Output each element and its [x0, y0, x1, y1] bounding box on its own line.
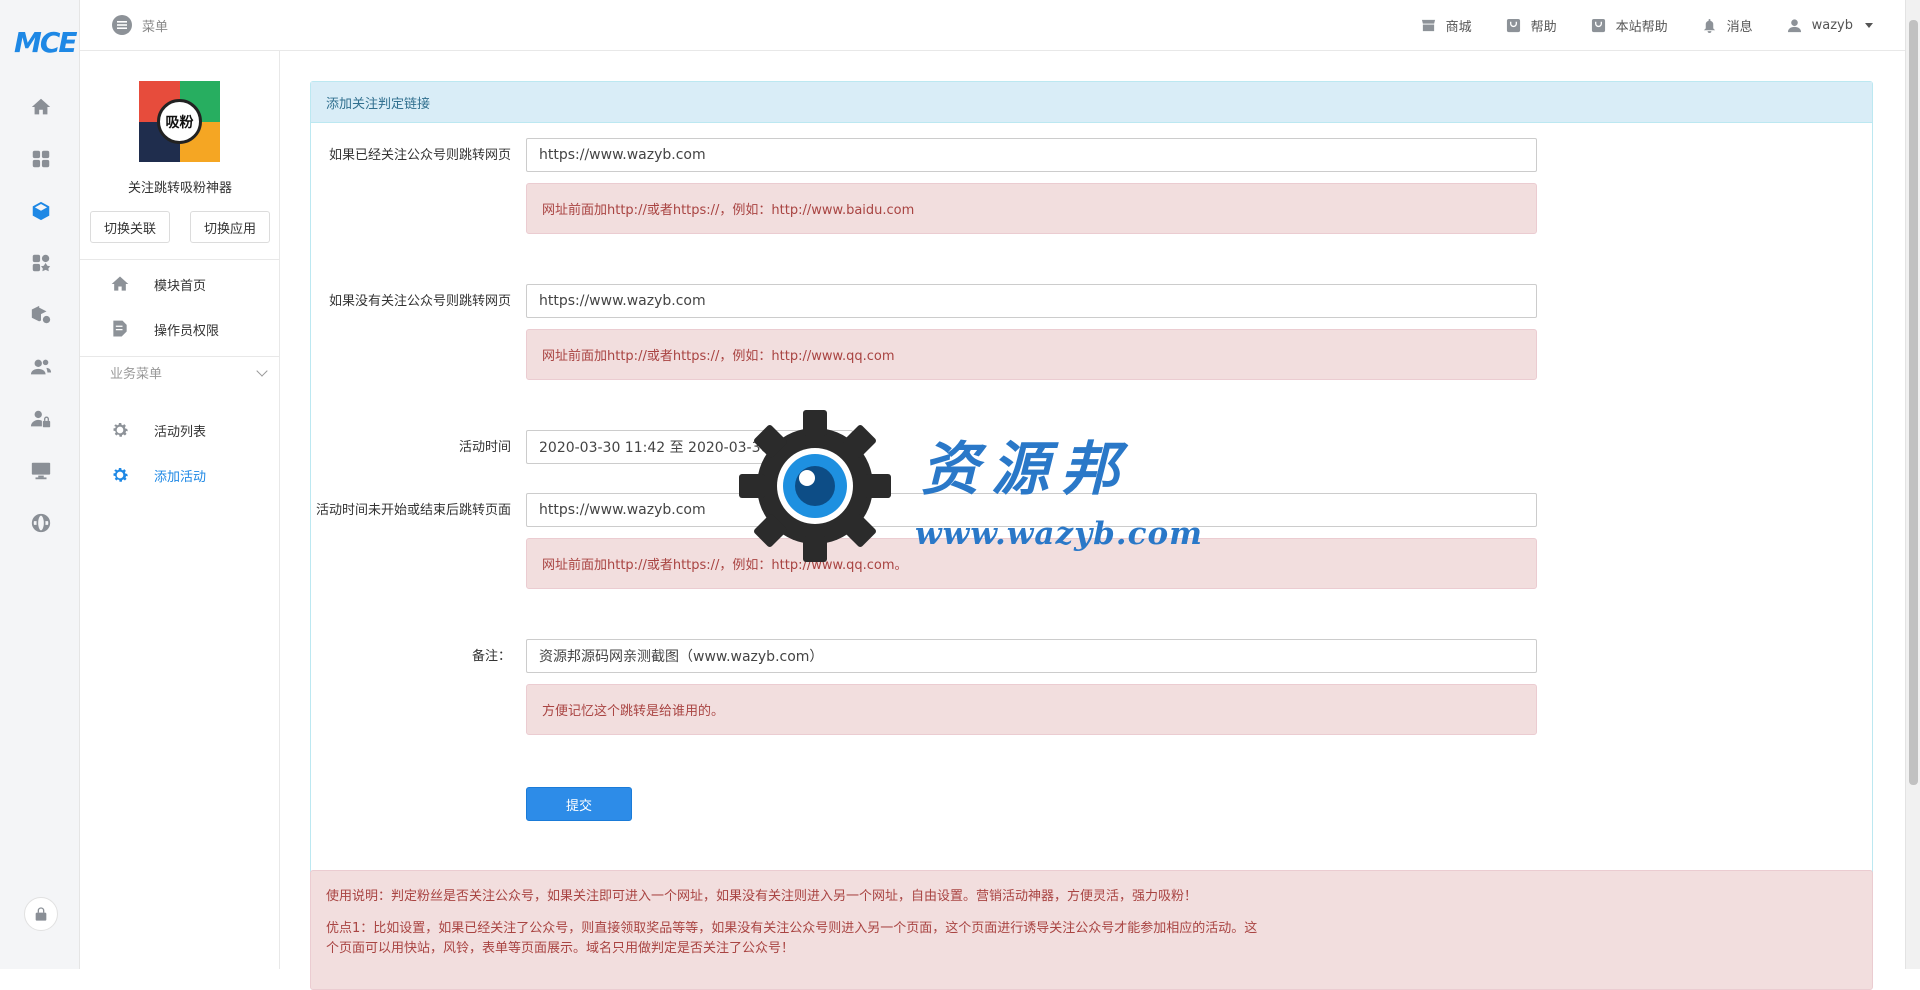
remark-input[interactable]: 资源邦源码网亲测截图（www.wazyb.com）: [526, 639, 1537, 673]
scrollbar-thumb[interactable]: [1909, 20, 1918, 785]
submit-button[interactable]: 提交: [526, 787, 632, 821]
messages-link[interactable]: 消息: [1702, 16, 1753, 35]
dashboard-icon[interactable]: [28, 146, 54, 172]
brand-logo[interactable]: MCE: [14, 26, 78, 59]
gear-icon: [113, 423, 128, 437]
remark-help: 方便记忆这个跳转是给谁用的。: [526, 684, 1537, 735]
nav-module-home[interactable]: 模块首页: [80, 264, 280, 304]
top-bar: 菜单 商城 帮助 本站帮助 消息 wazyb: [80, 0, 1905, 51]
monitor-icon[interactable]: [28, 458, 54, 484]
field-label-unfollowed-url: 如果没有关注公众号则跳转网页: [328, 294, 511, 309]
globe-icon[interactable]: [28, 510, 54, 536]
site-help-icon: [1591, 18, 1605, 33]
lock-icon: [35, 907, 47, 921]
menu-toggle[interactable]: 菜单: [112, 15, 168, 35]
field-label-expired-url: 活动时间未开始或结束后跳转页面: [315, 503, 511, 518]
divider: [80, 356, 280, 357]
left-rail: MCE: [0, 0, 80, 969]
field-label-followed-url: 如果已经关注公众号则跳转网页: [328, 148, 511, 163]
user-icon: [1787, 19, 1801, 33]
module-logo: 吸粉: [139, 81, 220, 162]
business-menu-group[interactable]: 业务菜单: [110, 363, 270, 382]
module-sidebar: 吸粉 关注跳转吸粉神器 切换关联 切换应用 模块首页 操作员权限 业务菜单 活动…: [80, 51, 280, 969]
site-help-link[interactable]: 本站帮助: [1591, 16, 1668, 35]
switch-app-button[interactable]: 切换应用: [190, 211, 270, 243]
home-icon: [111, 276, 129, 291]
apps-icon[interactable]: [28, 250, 54, 276]
module-name: 关注跳转吸粉神器: [127, 181, 232, 196]
unfollowed-url-help: 网址前面加http://或者https://，例如：http://www.qq.…: [526, 329, 1537, 380]
followed-url-input[interactable]: https://www.wazyb.com: [526, 138, 1537, 172]
usage-notes: 使用说明：判定粉丝是否关注公众号，如果关注即可进入一个网址，如果没有关注则进入另…: [310, 870, 1873, 990]
user-lock-icon[interactable]: [28, 406, 54, 432]
form-panel: 添加关注判定链接 如果已经关注公众号则跳转网页 https://www.wazy…: [310, 81, 1873, 990]
expired-url-input[interactable]: https://www.wazyb.com: [526, 493, 1537, 527]
help-link[interactable]: 帮助: [1506, 16, 1557, 35]
gear-icon: [113, 468, 128, 482]
usage-note-line: 使用说明：判定粉丝是否关注公众号，如果关注即可进入一个网址，如果没有关注则进入另…: [326, 889, 1198, 904]
divider: [80, 259, 280, 260]
shop-icon: [1421, 19, 1435, 32]
followed-url-help: 网址前面加http://或者https://，例如：http://www.bai…: [526, 183, 1537, 234]
menu-list-icon: [112, 15, 132, 35]
usage-note-line: 优点1：比如设置，如果已经关注了公众号，则直接领取奖品等等，如果没有关注公众号则…: [326, 921, 1258, 956]
caret-down-icon: [1865, 23, 1873, 28]
field-label-activity-time: 活动时间: [458, 440, 511, 455]
nav-operator-permissions[interactable]: 操作员权限: [80, 309, 280, 349]
module-cube-icon[interactable]: [28, 198, 54, 224]
cube-settings-icon[interactable]: [28, 302, 54, 328]
nav-activity-list[interactable]: 活动列表: [80, 410, 280, 450]
page-scrollbar[interactable]: [1905, 0, 1920, 969]
nav-add-activity[interactable]: 添加活动: [80, 455, 280, 495]
top-nav: 商城 帮助 本站帮助 消息 wazyb: [1421, 16, 1873, 35]
edit-doc-icon: [113, 320, 127, 337]
shop-link[interactable]: 商城: [1421, 16, 1472, 35]
bell-icon: [1703, 18, 1715, 33]
help-bag-icon: [1506, 18, 1520, 33]
lock-screen-button[interactable]: [24, 897, 58, 931]
expired-url-help: 网址前面加http://或者https://，例如：http://www.qq.…: [526, 538, 1537, 589]
users-icon[interactable]: [28, 354, 54, 380]
switch-link-button[interactable]: 切换关联: [90, 211, 170, 243]
unfollowed-url-input[interactable]: https://www.wazyb.com: [526, 284, 1537, 318]
menu-label: 菜单: [142, 19, 169, 35]
user-name: wazyb: [1811, 18, 1853, 33]
activity-time-input[interactable]: 2020-03-30 11:42 至 2020-03-30 11:42: [526, 430, 853, 464]
chevron-down-icon: [256, 364, 268, 377]
user-menu[interactable]: wazyb: [1787, 18, 1873, 33]
field-label-remark: 备注：: [471, 649, 511, 664]
home-icon[interactable]: [28, 94, 54, 120]
panel-title: 添加关注判定链接: [311, 82, 1872, 123]
